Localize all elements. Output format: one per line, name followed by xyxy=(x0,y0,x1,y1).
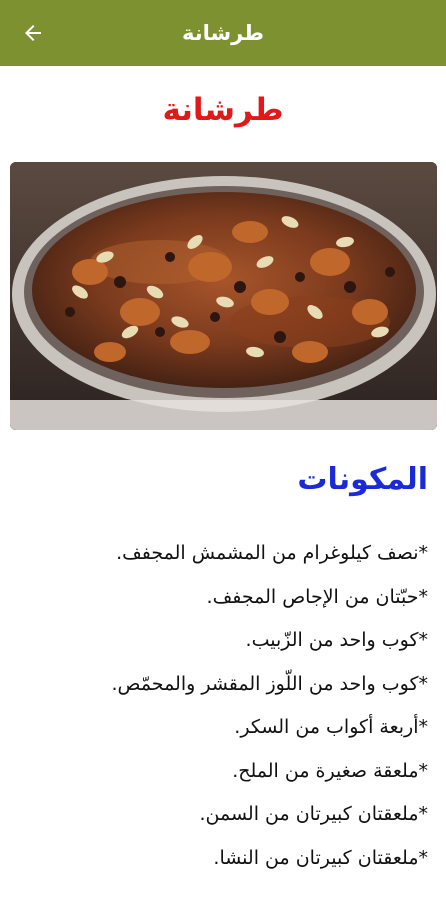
dish-photo xyxy=(10,162,437,430)
list-item: *كوب واحد من اللّوز المقشر والمحمّص. xyxy=(111,672,429,695)
list-item: *نصف كيلوغرام من المشمش المجفف. xyxy=(116,542,428,564)
app-bar: طرشانة xyxy=(0,0,446,66)
dish-image xyxy=(10,162,437,430)
app-bar-title: طرشانة xyxy=(182,21,265,45)
list-item: *ملعقة صغيرة من الملح. xyxy=(232,759,428,782)
list-item: *أربعة أكواب من السكر. xyxy=(234,716,428,738)
ingredients-list: *نصف كيلوغرام من المشمش المجفف. *حبّتان … xyxy=(8,535,429,883)
list-item: *ملعقتان كبيرتان من السمن. xyxy=(199,803,428,825)
ingredients-heading: المكونات xyxy=(297,462,428,497)
list-item: *ملعقتان كبيرتان من النشا. xyxy=(213,846,428,869)
list-item: *حبّتان من الإجاص المجفف. xyxy=(206,585,428,608)
page-title: طرشانة xyxy=(162,92,284,128)
list-item: *كوب واحد من الزّبيب. xyxy=(245,629,428,651)
